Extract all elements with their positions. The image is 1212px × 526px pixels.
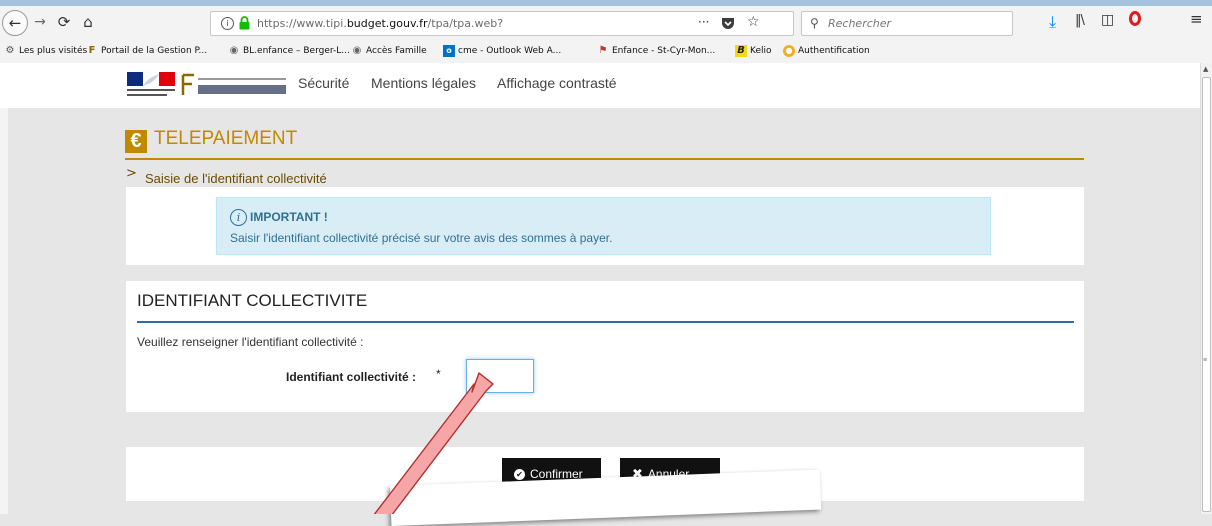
bookmarks-toolbar: ⚙ Les plus visités F Portail de la Gesti… — [0, 41, 1212, 64]
check-circle-icon: ✔ — [514, 468, 525, 480]
alert-text: Saisir l'identifiant collectivité précis… — [230, 231, 613, 245]
gear-icon: ⚙ — [5, 45, 15, 56]
step-label: Saisie de l'identifiant collectivité — [145, 171, 327, 186]
section-title: IDENTIFIANT COLLECTIVITE — [137, 291, 368, 310]
important-panel: i IMPORTANT ! Saisir l'identifiant colle… — [126, 187, 1084, 265]
url-text: https://www.tipi.budget.gouv.fr/tpa/tpa.… — [257, 17, 504, 30]
scrollbar-thumb[interactable] — [1202, 77, 1211, 512]
header-link-affichage-contraste[interactable]: Affichage contrasté — [497, 75, 617, 91]
bookmark-enfance-st-cyr[interactable]: ⚑ Enfance - St-Cyr-Mon... — [597, 45, 716, 57]
finances-publiques-logo — [181, 73, 286, 95]
bookmark-bl-enfance[interactable]: ◉ BL.enfance – Berger-L... — [228, 45, 350, 57]
header-link-mentions-legales[interactable]: Mentions légales — [371, 75, 476, 91]
euro-icon: € — [125, 130, 147, 153]
search-icon: ⚲ — [810, 16, 819, 30]
info-circle-icon: i — [230, 209, 247, 226]
page-actions-icon[interactable]: ··· — [698, 15, 709, 29]
pocket-icon[interactable] — [721, 17, 735, 30]
browser-toolbar: ← → ⟳ ⌂ i https://www.tipi.budget.gouv.f… — [0, 6, 1212, 41]
back-button[interactable]: ← — [2, 10, 28, 36]
opera-icon[interactable] — [1129, 11, 1141, 26]
search-input[interactable] — [828, 15, 1003, 31]
site-header: Sécurité Mentions légales Affichage cont… — [0, 63, 1200, 108]
instruction-text: Veuillez renseigner l'identifiant collec… — [137, 335, 364, 349]
alert-title: IMPORTANT ! — [250, 210, 328, 224]
finances-icon: F — [88, 45, 96, 56]
bookmark-star-icon[interactable]: ☆ — [747, 14, 760, 30]
globe-icon: ◉ — [229, 45, 239, 56]
page-scrollbar[interactable]: ▲ ≡ — [1200, 63, 1212, 514]
library-icon[interactable]: ‖\ — [1075, 13, 1085, 28]
scroll-grip-icon: ≡ — [1203, 357, 1208, 364]
kelio-icon: B — [735, 45, 747, 57]
scroll-up-arrow-icon[interactable]: ▲ — [1203, 65, 1208, 73]
bookmark-kelio[interactable]: B Kelio — [735, 45, 772, 57]
menu-icon[interactable]: ≡ — [1190, 10, 1203, 28]
identifiant-label: Identifiant collectivité : — [286, 370, 417, 384]
identifiant-collectivite-input[interactable] — [466, 359, 534, 393]
forward-button[interactable]: → — [30, 12, 50, 32]
section-divider — [137, 321, 1074, 323]
header-link-securite[interactable]: Sécurité — [298, 75, 349, 91]
globe-icon: ◉ — [352, 45, 362, 56]
outlook-icon: o — [443, 45, 455, 57]
info-alert: i IMPORTANT ! Saisir l'identifiant colle… — [216, 197, 991, 255]
site-info-icon[interactable]: i — [221, 17, 234, 30]
identifiant-panel: IDENTIFIANT COLLECTIVITE Veuillez rensei… — [126, 281, 1084, 412]
required-marker: * — [436, 367, 441, 381]
download-icon[interactable]: ⤓ — [1049, 12, 1056, 32]
auth-icon: ● — [783, 45, 795, 57]
republique-francaise-logo — [127, 72, 175, 96]
telepaiement-header: € TELEPAIEMENT — [125, 126, 1084, 160]
lock-icon — [239, 16, 250, 30]
search-bar[interactable]: ⚲ — [801, 11, 1013, 36]
address-bar[interactable]: i https://www.tipi.budget.gouv.fr/tpa/tp… — [210, 11, 794, 36]
bookmark-outlook[interactable]: o cme - Outlook Web A... — [443, 45, 561, 57]
chevron-right-icon: > — [126, 166, 137, 181]
flag-icon: ⚑ — [598, 45, 608, 56]
page-gutter — [0, 108, 8, 514]
sidebar-icon[interactable]: ◫ — [1101, 12, 1114, 28]
bookmark-most-visited[interactable]: ⚙ Les plus visités — [4, 45, 88, 57]
page-title: TELEPAIEMENT — [154, 128, 298, 149]
bookmark-portail-gestion[interactable]: F Portail de la Gestion P... — [86, 45, 208, 57]
reload-button[interactable]: ⟳ — [54, 12, 74, 32]
bookmark-authentification[interactable]: ● Authentification — [783, 45, 870, 57]
home-button[interactable]: ⌂ — [78, 12, 98, 32]
bookmark-acces-famille[interactable]: ◉ Accès Famille — [351, 45, 427, 57]
